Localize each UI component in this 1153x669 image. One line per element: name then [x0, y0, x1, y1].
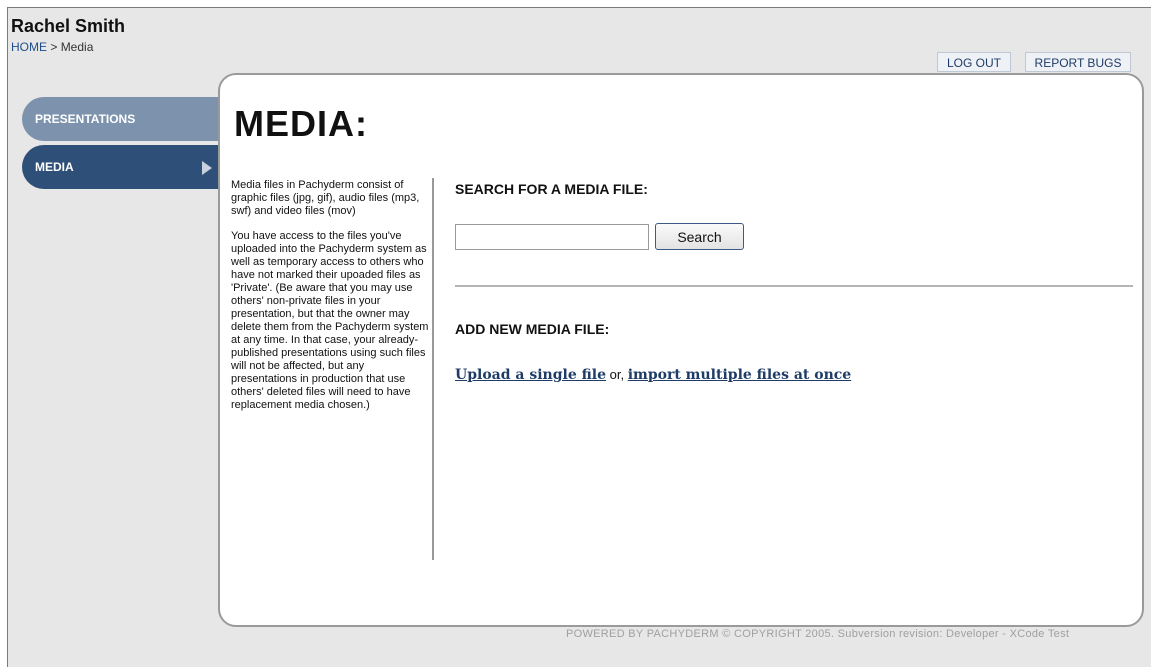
main-panel: MEDIA: Media files in Pachyderm consist …	[218, 73, 1144, 627]
upload-separator: or,	[606, 367, 628, 382]
import-multiple-files-link[interactable]: import multiple files at once	[628, 367, 851, 383]
search-button[interactable]: Search	[655, 223, 744, 250]
breadcrumb-separator: >	[47, 40, 61, 54]
logout-button[interactable]: LOG OUT	[937, 52, 1011, 72]
report-bugs-button[interactable]: REPORT BUGS	[1025, 52, 1131, 72]
description-paragraph: Media files in Pachyderm consist of grap…	[231, 179, 420, 217]
sidebar-item-media[interactable]: MEDIA	[22, 145, 227, 189]
user-name: Rachel Smith	[11, 16, 126, 36]
search-input[interactable]	[455, 224, 649, 250]
sidebar-item-label: MEDIA	[35, 160, 74, 174]
description-paragraph: You have access to the files you've uplo…	[231, 230, 429, 411]
sidebar-item-label: PRESENTATIONS	[35, 112, 136, 126]
breadcrumb: HOME > Media	[11, 40, 93, 54]
search-heading: SEARCH FOR A MEDIA FILE:	[455, 181, 648, 197]
horizontal-divider	[455, 285, 1133, 287]
breadcrumb-home-link[interactable]: HOME	[11, 40, 47, 54]
upload-options: Upload a single file or, import multiple…	[455, 367, 851, 383]
vertical-divider	[432, 178, 434, 560]
sidebar-item-presentations[interactable]: PRESENTATIONS	[22, 97, 227, 141]
play-arrow-icon	[202, 161, 212, 175]
footer-copyright: POWERED BY PACHYDERM © COPYRIGHT 2005. S…	[566, 628, 1070, 640]
page-title: MEDIA:	[234, 103, 368, 144]
add-media-heading: ADD NEW MEDIA FILE:	[455, 321, 610, 337]
media-description: Media files in Pachyderm consist of grap…	[231, 179, 431, 424]
breadcrumb-current: Media	[60, 40, 94, 54]
upload-single-file-link[interactable]: Upload a single file	[455, 367, 606, 383]
